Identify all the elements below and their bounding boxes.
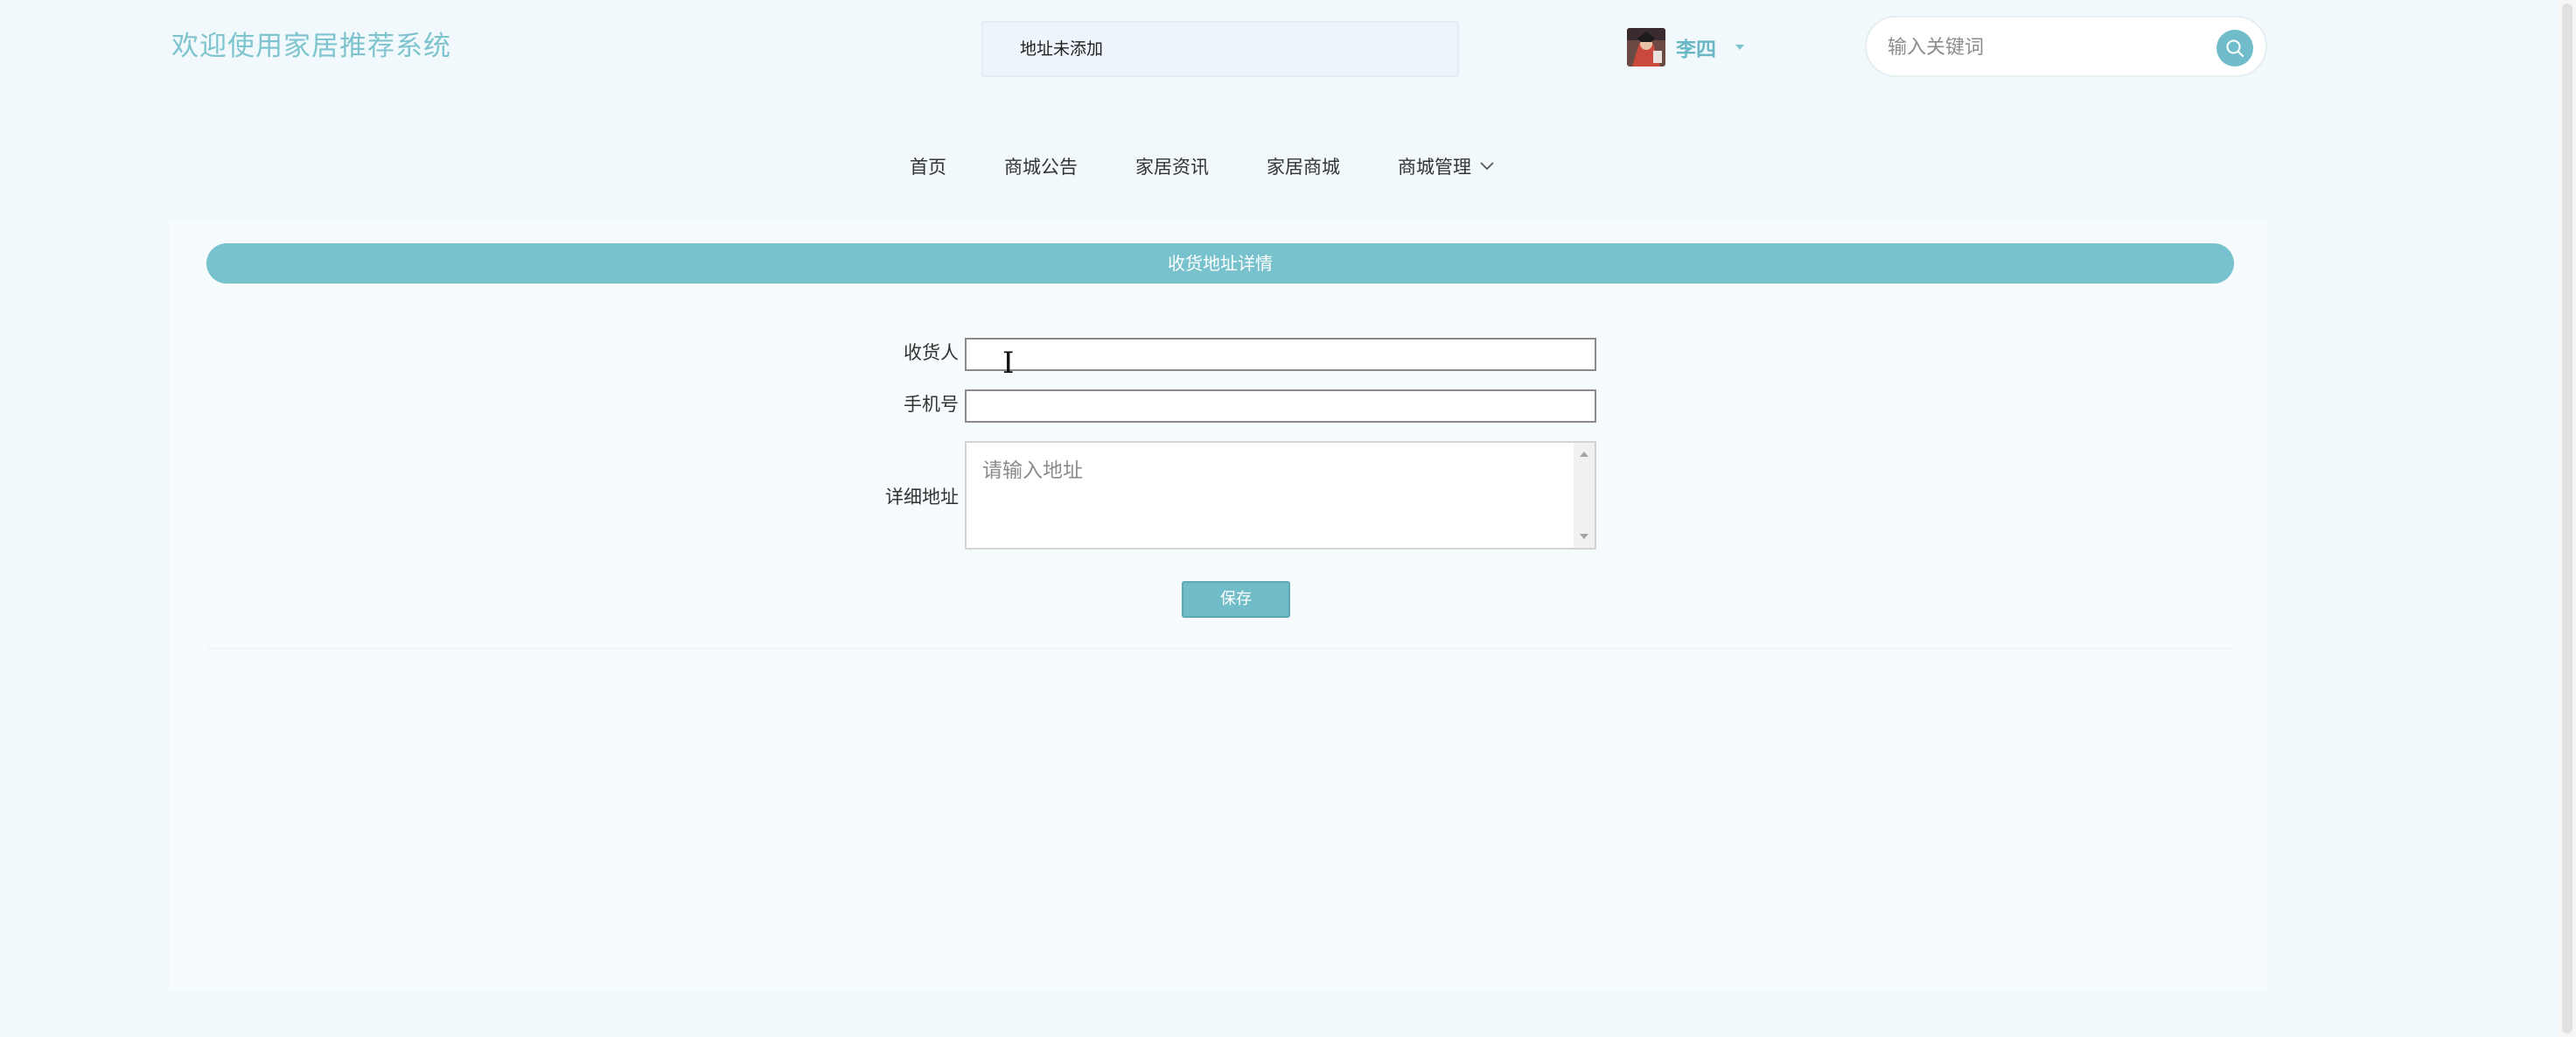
nav-item-label: 商城公告 — [1004, 157, 1078, 178]
user-name[interactable]: 李四 — [1676, 32, 1716, 62]
search-icon — [2226, 39, 2244, 58]
scroll-up-arrow-icon[interactable] — [1580, 452, 1588, 457]
user-menu[interactable]: 李四 — [1627, 28, 1744, 67]
site-title: 欢迎使用家居推荐系统 — [171, 31, 451, 62]
nav-item-mall[interactable]: 家居商城 — [1267, 153, 1340, 179]
nav-item-mall-management[interactable]: 商城管理 — [1398, 153, 1494, 179]
page-scrollbar[interactable] — [2559, 0, 2576, 1037]
nav-item-label: 首页 — [910, 157, 946, 178]
panel-divider — [206, 648, 2234, 649]
textarea-scrollbar[interactable] — [1574, 443, 1595, 548]
receiver-label: 收货人 — [904, 342, 959, 363]
nav-item-announcements[interactable]: 商城公告 — [1004, 153, 1078, 179]
save-button[interactable]: 保存 — [1182, 581, 1290, 618]
scroll-down-arrow-icon[interactable] — [1580, 534, 1588, 539]
address-textarea-container — [965, 441, 1596, 550]
address-label: 详细地址 — [885, 487, 959, 508]
nav-item-home[interactable]: 首页 — [910, 153, 946, 179]
address-detail-panel: 收货地址详情 收货人 手机号 详细地址 保存 — [170, 221, 2267, 991]
nav-item-news[interactable]: 家居资讯 — [1135, 153, 1209, 179]
phone-input[interactable] — [965, 389, 1596, 423]
phone-label: 手机号 — [904, 394, 959, 415]
avatar[interactable] — [1627, 28, 1665, 67]
chevron-down-icon — [1480, 162, 1494, 171]
avatar-image — [1627, 28, 1665, 67]
main-nav: 首页 商城公告 家居资讯 家居商城 商城管理 — [910, 149, 1494, 184]
nav-item-label: 商城管理 — [1398, 157, 1471, 178]
panel-title: 收货地址详情 — [206, 243, 2234, 284]
receiver-input[interactable] — [965, 338, 1596, 371]
nav-item-label: 家居商城 — [1267, 157, 1340, 178]
nav-item-label: 家居资讯 — [1135, 157, 1209, 178]
address-status-text: 地址未添加 — [1020, 39, 1104, 59]
search-button[interactable] — [2216, 30, 2253, 67]
search-input[interactable] — [1886, 25, 2178, 70]
address-textarea[interactable] — [967, 443, 1570, 548]
page-scrollbar-thumb[interactable] — [2562, 4, 2573, 1033]
search-bar — [1865, 16, 2267, 77]
caret-down-icon[interactable] — [1735, 45, 1744, 50]
address-status-box[interactable]: 地址未添加 — [981, 21, 1459, 77]
